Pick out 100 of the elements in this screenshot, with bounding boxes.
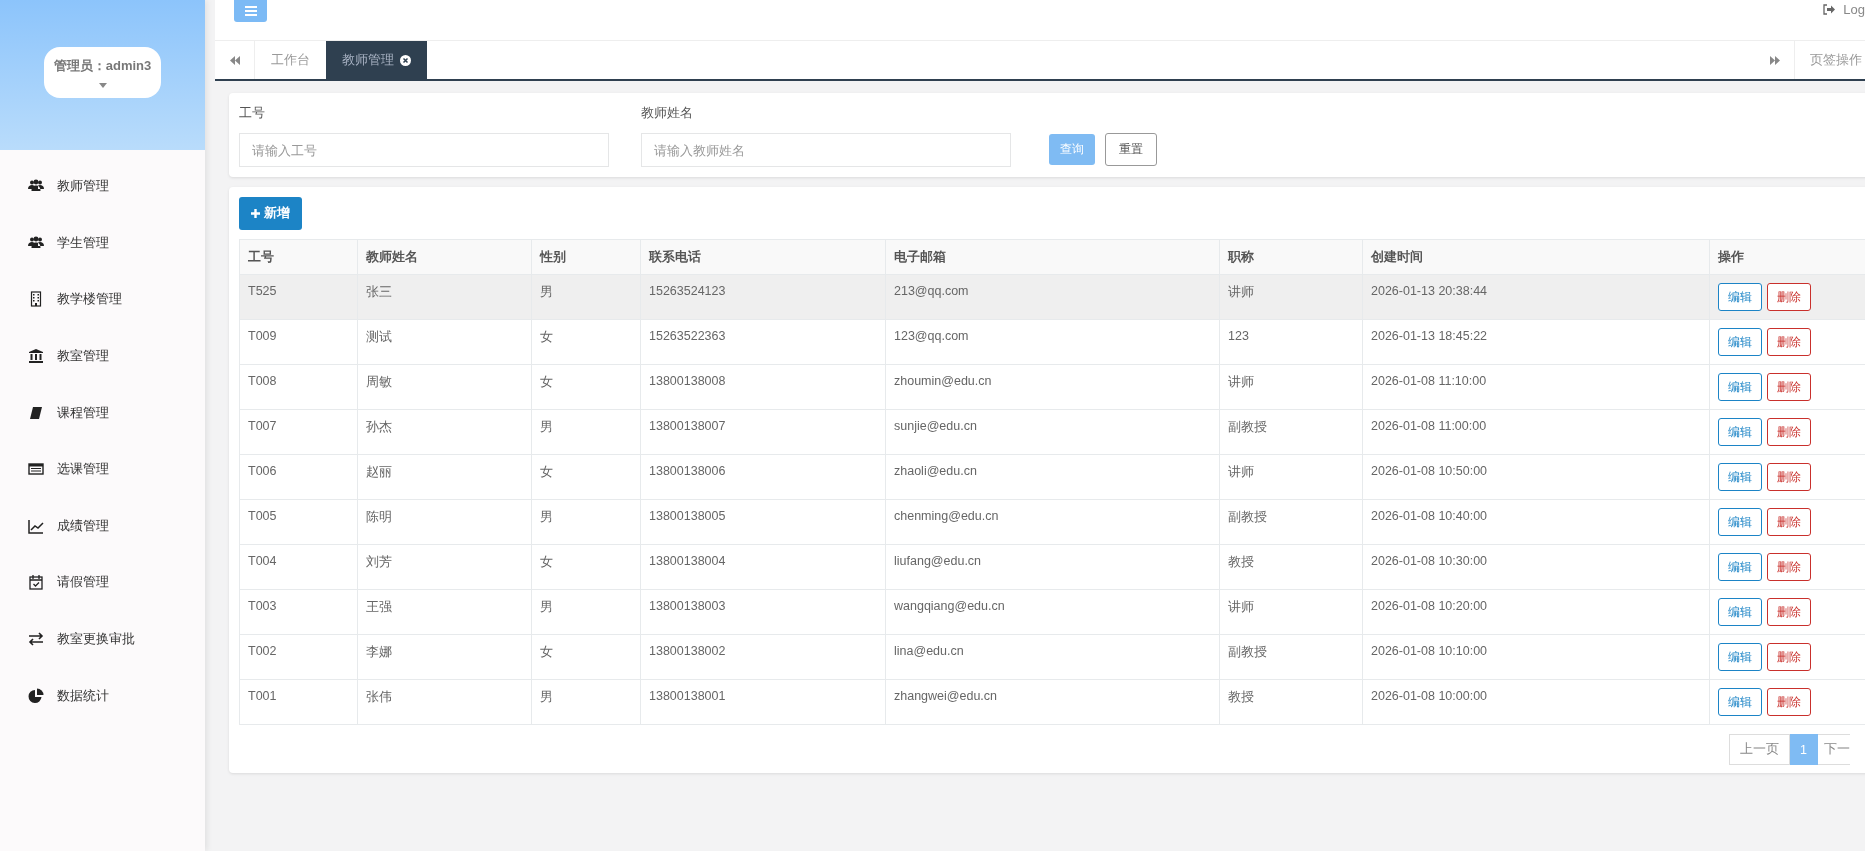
table-cell: 测试 <box>357 319 532 365</box>
menu-item[interactable]: 选课管理 <box>0 440 205 498</box>
table-row[interactable]: T525 张三 男 15263524123 213@qq.com 讲师 2026-01-13 20:38:44 编辑 删除 <box>239 274 1865 320</box>
table-cell: 13800138002 <box>640 634 886 680</box>
table-cell: 男 <box>531 679 641 725</box>
table-row[interactable]: T005 陈明 男 13800138005 chenming@edu.cn 副教授 2026-01-08 10:40:00 编辑 删除 <box>239 499 1865 545</box>
delete-button[interactable]: 删除 <box>1767 283 1812 311</box>
table-cell: zhoumin@edu.cn <box>885 364 1220 410</box>
page-tab[interactable]: 工作台 <box>255 41 326 79</box>
menu-item[interactable]: 教师管理 <box>0 158 205 215</box>
reset-button[interactable]: 重置 <box>1105 133 1157 166</box>
table-cell: 李娜 <box>357 634 532 680</box>
table-cell: sunjie@edu.cn <box>885 409 1220 455</box>
delete-button[interactable]: 删除 <box>1767 463 1812 491</box>
logout-icon <box>1823 4 1836 15</box>
table-cell: 男 <box>531 499 641 545</box>
table-row[interactable]: T009 测试 女 15263522363 123@qq.com 123 2026-01-13 18:45:22 编辑 删除 <box>239 319 1865 365</box>
table-row[interactable]: T002 李娜 女 13800138002 lina@edu.cn 副教授 2026-01-08 10:10:00 编辑 删除 <box>239 634 1865 680</box>
edit-button[interactable]: 编辑 <box>1718 463 1762 491</box>
table-cell: 2026-01-13 18:45:22 <box>1362 319 1710 365</box>
table-cell: liufang@edu.cn <box>885 544 1220 590</box>
delete-button[interactable]: 删除 <box>1767 418 1812 446</box>
table-cell: 周敏 <box>357 364 532 410</box>
table-cell: 2026-01-08 10:50:00 <box>1362 454 1710 500</box>
delete-button[interactable]: 删除 <box>1767 643 1812 671</box>
edit-button[interactable]: 编辑 <box>1718 598 1762 626</box>
table-row[interactable]: T001 张伟 男 13800138001 zhangwei@edu.cn 教授 2026-01-08 10:00:00 编辑 删除 <box>239 679 1865 725</box>
table-row[interactable]: T006 赵丽 女 13800138006 zhaoli@edu.cn 讲师 2026-01-08 10:50:00 编辑 删除 <box>239 454 1865 500</box>
list-icon <box>28 461 44 478</box>
caret-icon <box>98 82 107 88</box>
table-row[interactable]: T008 周敏 女 13800138008 zhoumin@edu.cn 讲师 2026-01-08 11:10:00 编辑 删除 <box>239 364 1865 410</box>
edit-button[interactable]: 编辑 <box>1718 328 1762 356</box>
table-cell: 男 <box>531 274 641 320</box>
menu-item[interactable]: 学生管理 <box>0 214 205 272</box>
calendar-icon <box>28 574 44 591</box>
next-page-button[interactable]: 下一 <box>1817 734 1850 765</box>
table-cell: 2026-01-08 10:40:00 <box>1362 499 1710 545</box>
edit-button[interactable]: 编辑 <box>1718 508 1762 536</box>
edit-button[interactable]: 编辑 <box>1718 553 1762 581</box>
table-cell: 13800138001 <box>640 679 886 725</box>
table-cell: 15263522363 <box>640 319 886 365</box>
table-cell: T007 <box>239 409 358 455</box>
menu-item[interactable]: 数据统计 <box>0 667 205 724</box>
delete-button[interactable]: 删除 <box>1767 598 1812 626</box>
menu-item[interactable]: 教室管理 <box>0 327 205 385</box>
edit-button[interactable]: 编辑 <box>1718 643 1762 671</box>
menu-item[interactable]: 成绩管理 <box>0 497 205 555</box>
text-field[interactable]: 请输入工号 <box>239 133 609 167</box>
delete-button[interactable]: 删除 <box>1767 328 1812 356</box>
delete-button[interactable]: 删除 <box>1767 373 1812 401</box>
menu-item[interactable]: 教室更换审批 <box>0 610 205 668</box>
edit-button[interactable]: 编辑 <box>1718 373 1762 401</box>
table-row[interactable]: T004 刘芳 女 13800138004 liufang@edu.cn 教授 2026-01-08 10:30:00 编辑 删除 <box>239 544 1865 590</box>
column-header: 性别 <box>531 239 641 275</box>
text-field[interactable]: 请输入教师姓名 <box>641 133 1011 167</box>
table-cell: 123 <box>1219 319 1363 365</box>
column-header: 操作 <box>1709 239 1865 275</box>
delete-button[interactable]: 删除 <box>1767 508 1812 536</box>
table-cell: lina@edu.cn <box>885 634 1220 680</box>
table-row[interactable]: T003 王强 男 13800138003 wangqiang@edu.cn 讲师 2026-01-08 10:20:00 编辑 删除 <box>239 589 1865 635</box>
delete-button[interactable]: 删除 <box>1767 553 1812 581</box>
menu-toggle-button[interactable] <box>234 0 267 22</box>
building-icon <box>28 291 44 308</box>
table-row[interactable]: T007 孙杰 男 13800138007 sunjie@edu.cn 副教授 2026-01-08 11:00:00 编辑 删除 <box>239 409 1865 455</box>
delete-button[interactable]: 删除 <box>1767 688 1812 716</box>
table-cell: T525 <box>239 274 358 320</box>
table-cell: 2026-01-08 11:00:00 <box>1362 409 1710 455</box>
menu-icon <box>244 6 257 16</box>
close-icon[interactable] <box>400 54 411 66</box>
user-menu[interactable]: 管理员：admin3 <box>44 46 161 98</box>
page-tab[interactable]: 教师管理 <box>326 41 427 79</box>
table-cell: wangqiang@edu.cn <box>885 589 1220 635</box>
table-cell: 2026-01-08 10:00:00 <box>1362 679 1710 725</box>
table-cell: T008 <box>239 364 358 410</box>
column-header: 工号 <box>239 239 358 275</box>
table-cell: T002 <box>239 634 358 680</box>
swap-icon <box>28 631 44 648</box>
table-cell: T009 <box>239 319 358 365</box>
double-left-icon <box>229 55 240 65</box>
edit-button[interactable]: 编辑 <box>1718 283 1762 311</box>
table-cell: 13800138003 <box>640 589 886 635</box>
table-cell: 13800138005 <box>640 499 886 545</box>
edit-button[interactable]: 编辑 <box>1718 418 1762 446</box>
add-button[interactable]: 新增 <box>239 197 302 230</box>
previous-page-button[interactable]: 上一页 <box>1729 734 1790 765</box>
table-cell: 15263524123 <box>640 274 886 320</box>
edit-button[interactable]: 编辑 <box>1718 688 1762 716</box>
table-cell: 男 <box>531 589 641 635</box>
logout-link[interactable]: Log <box>1823 2 1865 17</box>
column-header: 电子邮箱 <box>885 239 1220 275</box>
table-cell: 2026-01-13 20:38:44 <box>1362 274 1710 320</box>
menu-item[interactable]: 课程管理 <box>0 384 205 441</box>
table-cell: 123@qq.com <box>885 319 1220 365</box>
menu-item[interactable]: 请假管理 <box>0 554 205 611</box>
menu-item[interactable]: 教学楼管理 <box>0 271 205 328</box>
table-cell: 13800138007 <box>640 409 886 455</box>
table-cell: 陈明 <box>357 499 532 545</box>
bank-icon <box>28 348 44 365</box>
table-cell: T003 <box>239 589 358 635</box>
column-header: 创建时间 <box>1362 239 1710 275</box>
